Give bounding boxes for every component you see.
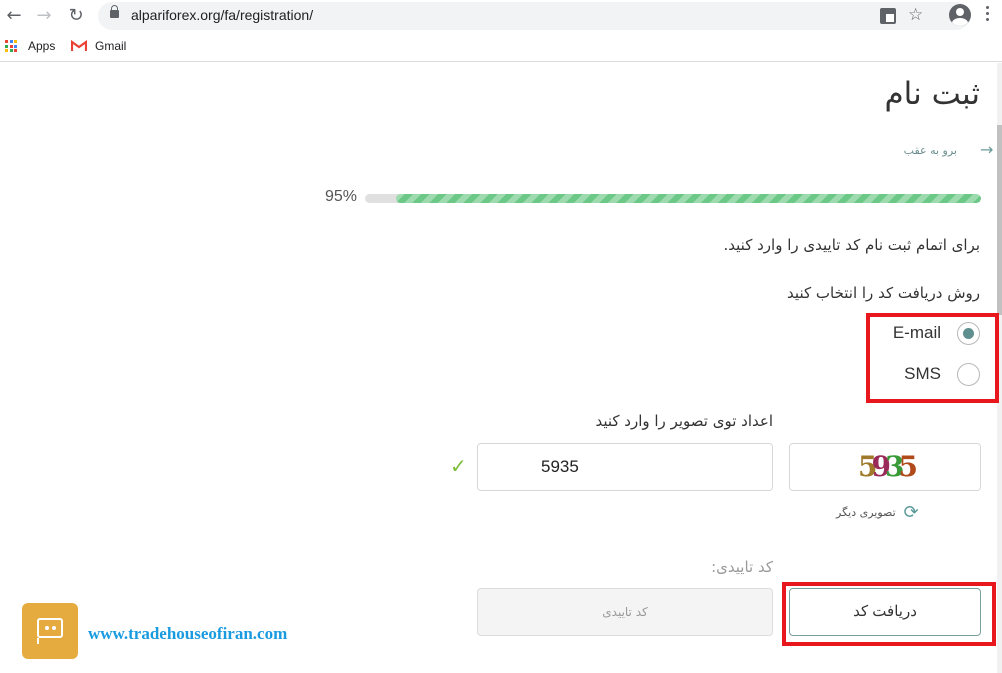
captcha-digits: 5935 xyxy=(858,450,918,483)
bookmark-apps[interactable]: Apps xyxy=(28,39,55,53)
chat-icon xyxy=(37,618,63,638)
verification-code-input[interactable]: کد تاییدی xyxy=(477,588,773,636)
chat-widget-button[interactable] xyxy=(22,603,78,659)
page-title: ثبت نام xyxy=(884,76,980,112)
gmail-icon[interactable] xyxy=(71,40,87,52)
method-label: روش دریافت کد را انتخاب کنید xyxy=(787,284,980,302)
progress-bar xyxy=(365,194,981,203)
address-bar[interactable]: alpariforex.org/fa/registration/ ☆ xyxy=(98,2,970,30)
captcha-digit: 9 xyxy=(871,450,891,483)
browser-menu-icon[interactable] xyxy=(986,6,990,24)
bookmark-star-icon[interactable]: ☆ xyxy=(908,5,923,25)
lock-icon xyxy=(110,5,119,18)
verification-code-label: کد تاییدی: xyxy=(711,558,773,576)
browser-toolbar: ← → ↻ alpariforex.org/fa/registration/ ☆ xyxy=(0,0,1002,32)
arrow-right-icon[interactable]: → xyxy=(980,140,993,159)
translate-icon[interactable] xyxy=(880,8,896,24)
chat-icon-tail xyxy=(37,638,39,644)
progress-bar-fill xyxy=(395,194,981,203)
refresh-captcha-link[interactable]: تصویری دیگر ⟳ xyxy=(836,502,919,523)
bookmark-gmail[interactable]: Gmail xyxy=(95,39,126,53)
forward-button[interactable]: → xyxy=(32,4,56,28)
captcha-digit: 5 xyxy=(898,450,918,483)
captcha-image: 5935 xyxy=(789,443,981,491)
get-code-button[interactable]: دریافت کد xyxy=(789,588,981,636)
bookmarks-bar xyxy=(0,32,1002,62)
watermark-text: www.tradehouseofiran.com xyxy=(88,624,288,643)
captcha-input[interactable]: 5935 xyxy=(477,443,773,491)
refresh-icon[interactable]: ⟳ xyxy=(904,502,919,523)
url-text[interactable]: alpariforex.org/fa/registration/ xyxy=(131,7,313,23)
captcha-label: اعداد توی تصویر را وارد کنید xyxy=(595,412,773,430)
back-link[interactable]: برو به عقب xyxy=(904,144,957,157)
captcha-digit: 3 xyxy=(884,450,905,483)
back-button[interactable]: ← xyxy=(2,4,26,28)
radio-label-sms: SMS xyxy=(904,364,941,383)
refresh-captcha-label[interactable]: تصویری دیگر xyxy=(836,506,896,519)
instruction-text: برای اتمام ثبت نام کد تاییدی را وارد کنی… xyxy=(723,236,981,254)
scrollbar-thumb[interactable] xyxy=(997,125,1002,315)
progress-percent: 95% xyxy=(325,188,358,205)
radio-option-sms[interactable]: SMS xyxy=(904,362,980,386)
profile-avatar-icon[interactable] xyxy=(949,4,971,26)
radio-option-email[interactable]: E-mail xyxy=(893,321,980,345)
apps-grid-icon[interactable] xyxy=(5,40,17,52)
radio-sms[interactable] xyxy=(957,362,980,386)
check-icon: ✓ xyxy=(450,454,467,478)
radio-label-email: E-mail xyxy=(892,323,941,342)
reload-button[interactable]: ↻ xyxy=(64,4,88,28)
radio-email[interactable] xyxy=(957,321,980,345)
captcha-digit: 5 xyxy=(858,450,878,483)
